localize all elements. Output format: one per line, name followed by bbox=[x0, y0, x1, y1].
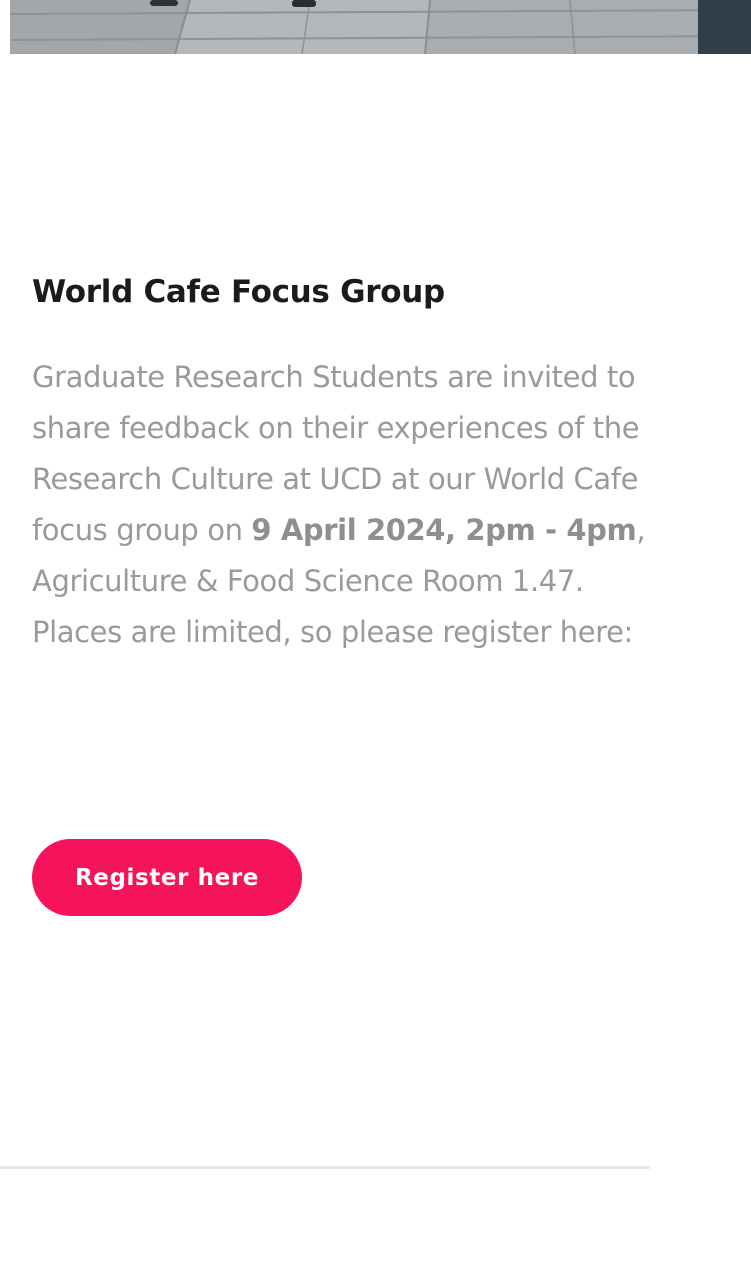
event-title: World Cafe Focus Group bbox=[32, 274, 445, 310]
event-description: Graduate Research Students are invited t… bbox=[32, 352, 682, 658]
register-button[interactable]: Register here bbox=[32, 839, 302, 916]
pavement-photo-crop bbox=[10, 0, 751, 54]
hero-photo bbox=[10, 0, 751, 54]
divider bbox=[0, 1166, 650, 1169]
event-date-time: 9 April 2024, 2pm - 4pm bbox=[251, 513, 637, 547]
